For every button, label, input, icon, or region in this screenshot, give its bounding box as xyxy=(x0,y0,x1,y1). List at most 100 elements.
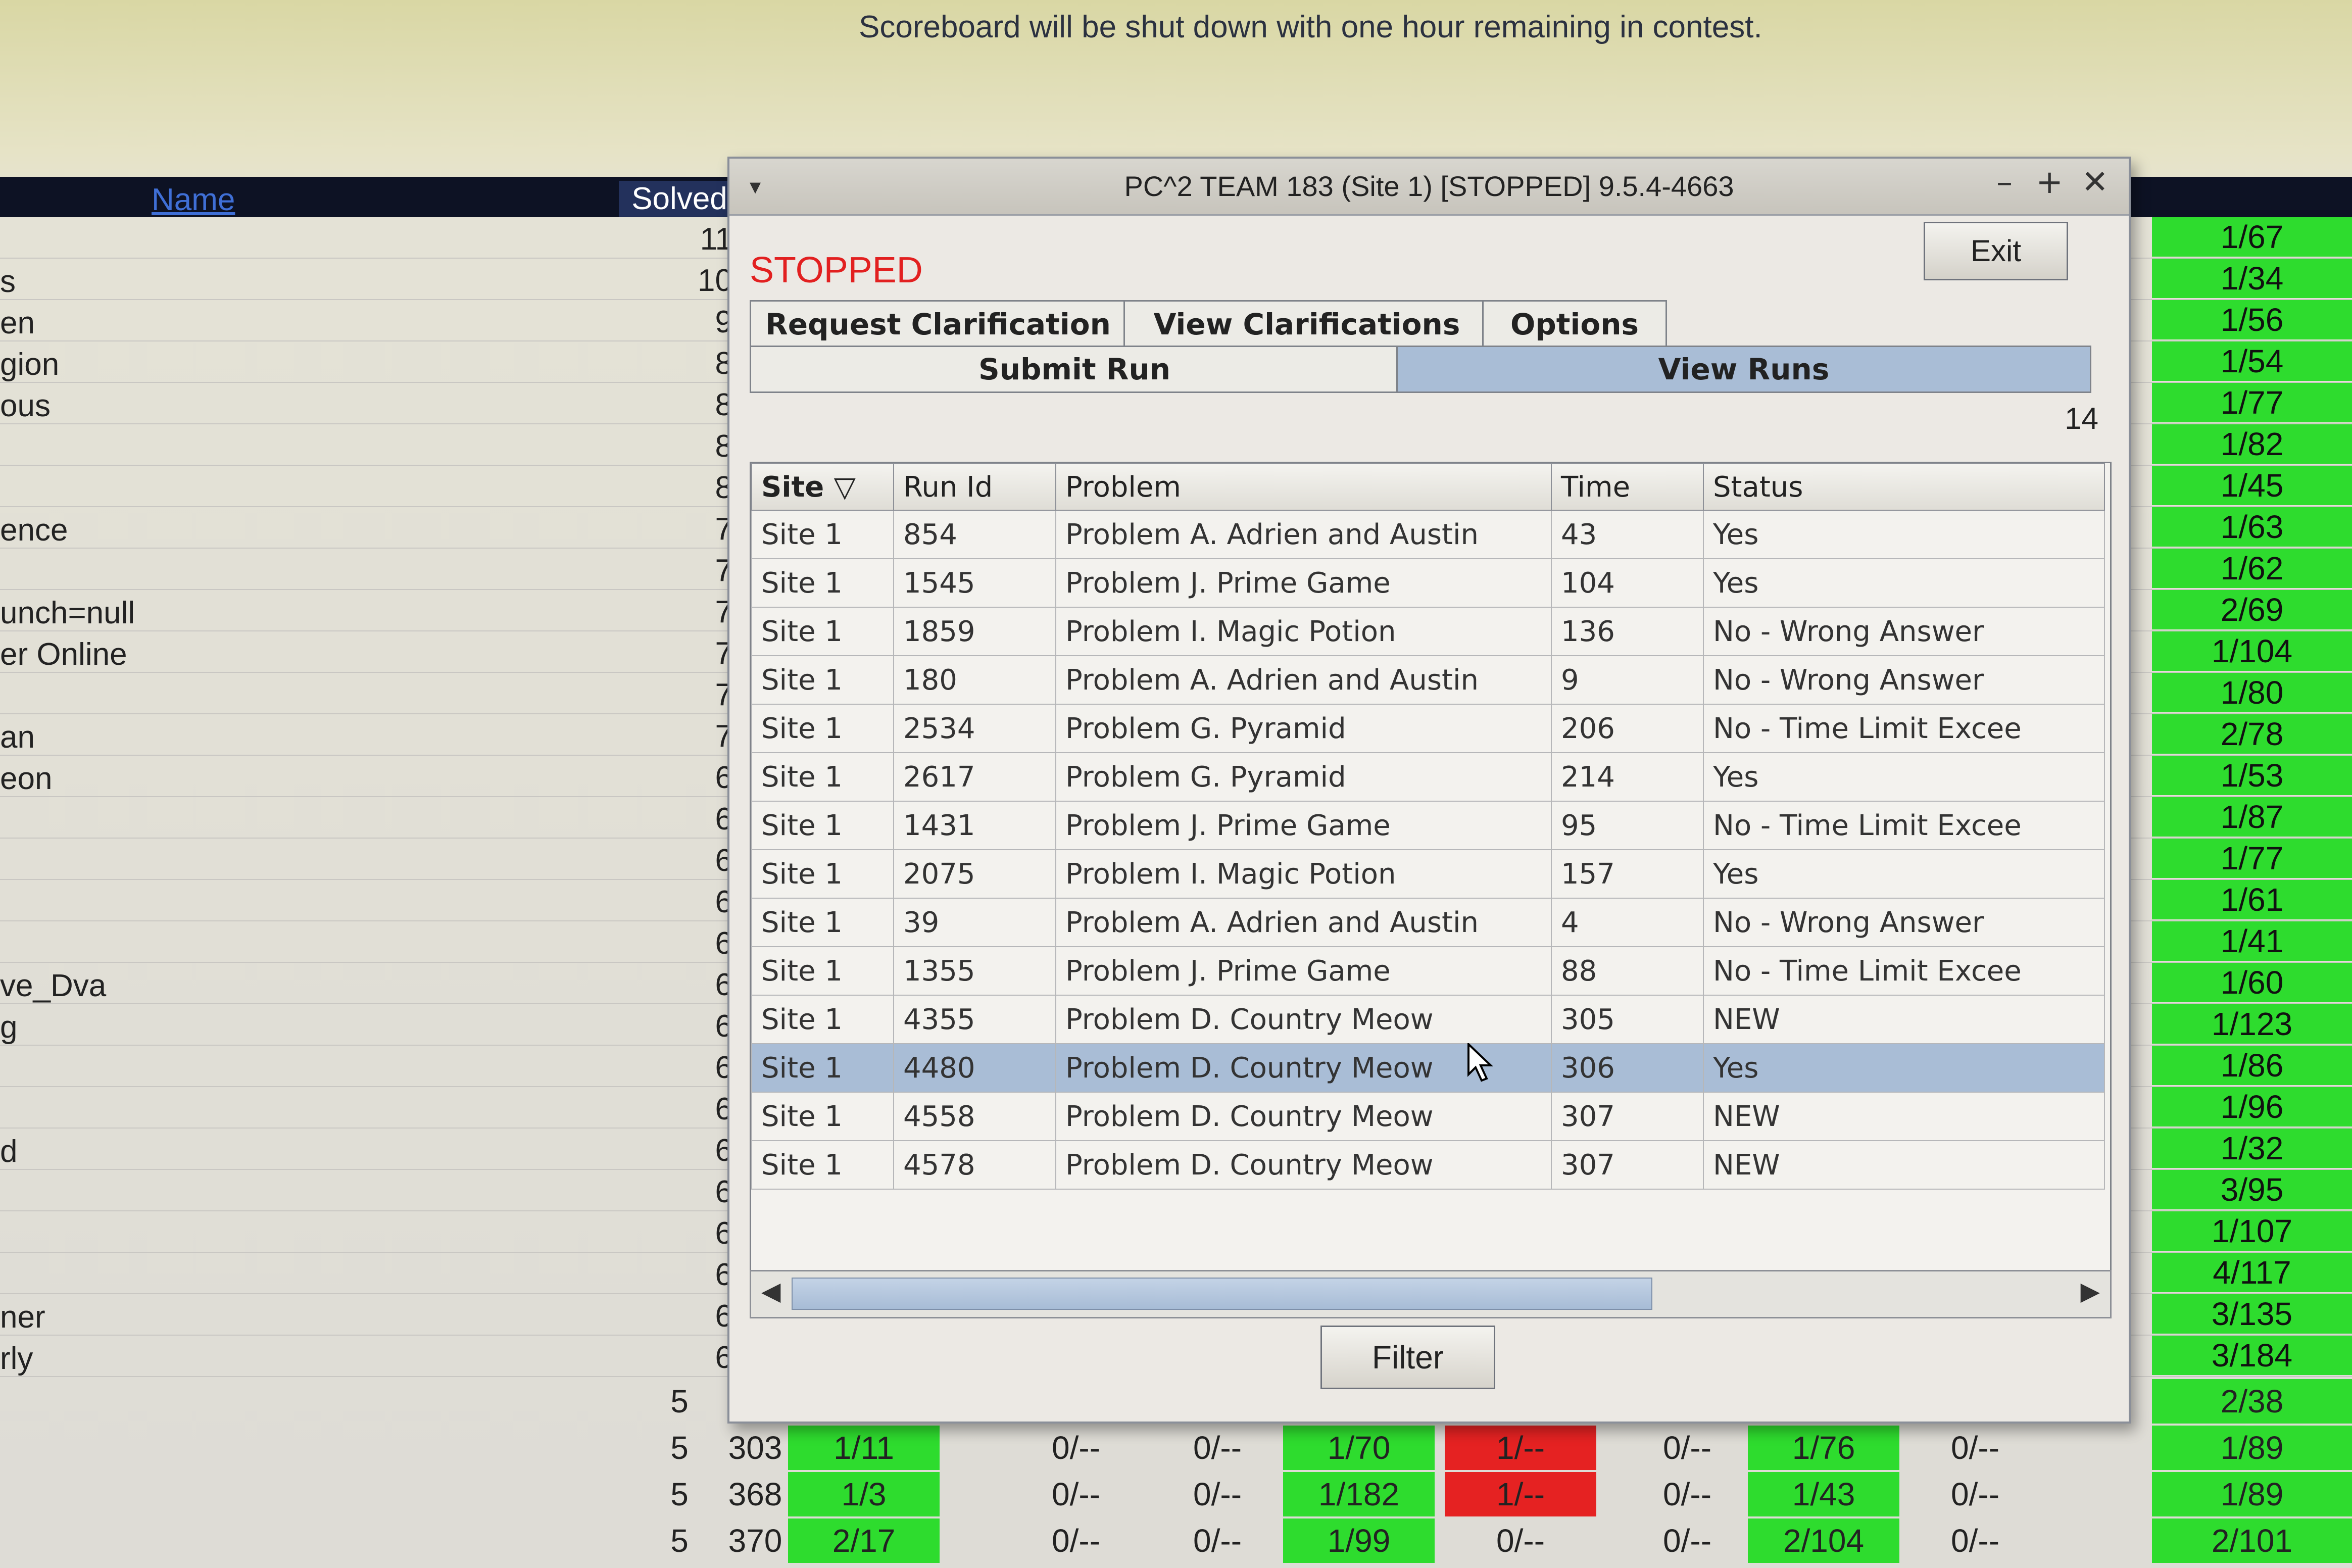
problem-cell: 1/70 xyxy=(1283,1426,1435,1470)
problem-cell: 1/54 xyxy=(2152,341,2352,381)
run-row[interactable]: Site 1 1545 Problem J. Prime Game 104 Yes xyxy=(751,558,2105,608)
solved-count: 5 xyxy=(670,1383,689,1419)
run-site: Site 1 xyxy=(751,607,894,656)
scroll-right-icon[interactable]: ▶ xyxy=(2081,1277,2100,1306)
run-problem: Problem I. Magic Potion xyxy=(1055,607,1552,656)
problem-cell: 1/87 xyxy=(2152,797,2352,837)
run-row[interactable]: Site 1 4558 Problem D. Country Meow 307 NEW xyxy=(751,1092,2105,1141)
run-row[interactable]: Site 1 4480 Problem D. Country Meow 306 Yes xyxy=(751,1043,2105,1093)
runs-table-header-row: Site ▽ Run Id Problem Time Status xyxy=(751,463,2105,511)
problem-cell: 4/117 xyxy=(2152,1253,2352,1292)
run-id: 854 xyxy=(893,510,1056,559)
tab-submit-run[interactable]: Submit Run xyxy=(750,346,1399,393)
solved-column-header[interactable]: Solved xyxy=(619,181,740,217)
run-time: 9 xyxy=(1551,655,1704,705)
close-icon[interactable]: ✕ xyxy=(2081,164,2109,201)
solved-count: 6 xyxy=(715,1174,732,1209)
run-row[interactable]: Site 1 180 Problem A. Adrien and Austin 9 No… xyxy=(751,655,2105,705)
problem-cell: 1/82 xyxy=(2152,424,2352,464)
problem-cell: 1/63 xyxy=(2152,507,2352,547)
solved-count: 6 xyxy=(715,1092,732,1126)
problem-cell: 2/38 xyxy=(2152,1379,2352,1424)
run-row[interactable]: Site 1 4355 Problem D. Country Meow 305 NEW xyxy=(751,995,2105,1044)
solved-count: 8 xyxy=(715,470,732,505)
run-site: Site 1 xyxy=(751,1092,894,1141)
exit-button[interactable]: Exit xyxy=(1924,222,2068,280)
team-name: en xyxy=(0,306,35,340)
run-row[interactable]: Site 1 1431 Problem J. Prime Game 95 No - Ti… xyxy=(751,801,2105,850)
solved-count: 6 xyxy=(715,1216,732,1251)
problem-cell: 1/34 xyxy=(2152,259,2352,298)
problem-cell: 1/43 xyxy=(1748,1472,1899,1516)
problem-cell: 0/-- xyxy=(1496,1523,1545,1559)
run-row[interactable]: Site 1 4578 Problem D. Country Meow 307 NEW xyxy=(751,1140,2105,1190)
problem-cell: 1/80 xyxy=(2152,673,2352,712)
run-site: Site 1 xyxy=(751,510,894,559)
window-titlebar[interactable]: ▾ PC^2 TEAM 183 (Site 1) [STOPPED] 9.5.4… xyxy=(729,159,2129,216)
problem-cell: 0/-- xyxy=(1951,1523,1999,1559)
tab-view-clarifications[interactable]: View Clarifications xyxy=(1123,300,1490,347)
filter-button[interactable]: Filter xyxy=(1320,1326,1495,1389)
minimize-icon[interactable]: – xyxy=(1996,164,2013,201)
run-status: Yes xyxy=(1703,558,2105,608)
run-row[interactable]: Site 1 2075 Problem I. Magic Potion 157 Yes xyxy=(751,849,2105,899)
run-time: 136 xyxy=(1551,607,1704,656)
column-header-time[interactable]: Time xyxy=(1551,463,1704,511)
run-id: 4355 xyxy=(893,995,1056,1044)
problem-cell: 1/77 xyxy=(2152,839,2352,878)
tab-options[interactable]: Options xyxy=(1482,300,1667,347)
problem-cell: 1/11 xyxy=(788,1426,940,1470)
problem-cell: 1/41 xyxy=(2152,921,2352,961)
problem-cell: 1/99 xyxy=(1283,1518,1435,1563)
column-header-site[interactable]: Site ▽ xyxy=(751,463,894,511)
run-status: No - Wrong Answer xyxy=(1703,898,2105,947)
run-row[interactable]: Site 1 2617 Problem G. Pyramid 214 Yes xyxy=(751,752,2105,802)
run-site: Site 1 xyxy=(751,898,894,947)
run-site: Site 1 xyxy=(751,1140,894,1190)
run-row[interactable]: Site 1 2534 Problem G. Pyramid 206 No - Time… xyxy=(751,704,2105,753)
run-status: No - Wrong Answer xyxy=(1703,607,2105,656)
run-time: 88 xyxy=(1551,946,1704,996)
column-header-problem[interactable]: Problem xyxy=(1055,463,1552,511)
run-status: No - Time Limit Excee xyxy=(1703,801,2105,850)
solved-count: 6 xyxy=(715,1009,732,1044)
solved-count: 7 xyxy=(715,595,732,629)
column-header-run-id[interactable]: Run Id xyxy=(893,463,1056,511)
problem-cell: 2/69 xyxy=(2152,590,2352,629)
horizontal-scrollbar[interactable]: ◀ ▶ xyxy=(750,1270,2112,1318)
scrollbar-thumb[interactable] xyxy=(792,1278,1652,1310)
run-id: 4578 xyxy=(893,1140,1056,1190)
maximize-icon[interactable]: + xyxy=(2036,164,2063,201)
solved-count: 6 xyxy=(715,760,732,795)
problem-cell: 1/56 xyxy=(2152,300,2352,339)
run-time: 306 xyxy=(1551,1043,1704,1093)
name-column-header[interactable]: Name xyxy=(152,182,235,218)
team-name: s xyxy=(0,264,16,299)
team-name: ve_Dva xyxy=(0,968,107,1003)
run-site: Site 1 xyxy=(751,801,894,850)
runs-table-body: Site 1 854 Problem A. Adrien and Austin 43 Y… xyxy=(751,510,2105,1190)
problem-cell: 0/-- xyxy=(1663,1523,1711,1559)
run-site: Site 1 xyxy=(751,946,894,996)
run-id: 1431 xyxy=(893,801,1056,850)
problem-cell: 1/45 xyxy=(2152,466,2352,505)
tab-request-clarification[interactable]: Request Clarification xyxy=(750,300,1126,347)
problem-cell: 1/182 xyxy=(1283,1472,1435,1516)
run-row[interactable]: Site 1 854 Problem A. Adrien and Austin 43 Y… xyxy=(751,510,2105,559)
column-header-status[interactable]: Status xyxy=(1703,463,2105,511)
run-site: Site 1 xyxy=(751,1043,894,1093)
run-site: Site 1 xyxy=(751,995,894,1044)
team-name: ous xyxy=(0,388,51,423)
run-row[interactable]: Site 1 1859 Problem I. Magic Potion 136 No -… xyxy=(751,607,2105,656)
run-row[interactable]: Site 1 1355 Problem J. Prime Game 88 No - Ti… xyxy=(751,946,2105,996)
run-problem: Problem J. Prime Game xyxy=(1055,558,1552,608)
solved-count: 6 xyxy=(715,1299,732,1334)
run-id: 1355 xyxy=(893,946,1056,996)
solved-count: 6 xyxy=(715,1257,732,1292)
problem-cell: 1/89 xyxy=(2152,1472,2352,1516)
run-row[interactable]: Site 1 39 Problem A. Adrien and Austin 4 No … xyxy=(751,898,2105,947)
run-problem: Problem J. Prime Game xyxy=(1055,946,1552,996)
scoreboard-row: 5 368 1/3 0/-- 0/-- 1/182 1/-- 0/-- 1/43 0/-- 1/89 xyxy=(657,1472,2352,1518)
scroll-left-icon[interactable]: ◀ xyxy=(761,1277,780,1306)
tab-view-runs[interactable]: View Runs xyxy=(1396,346,2091,393)
